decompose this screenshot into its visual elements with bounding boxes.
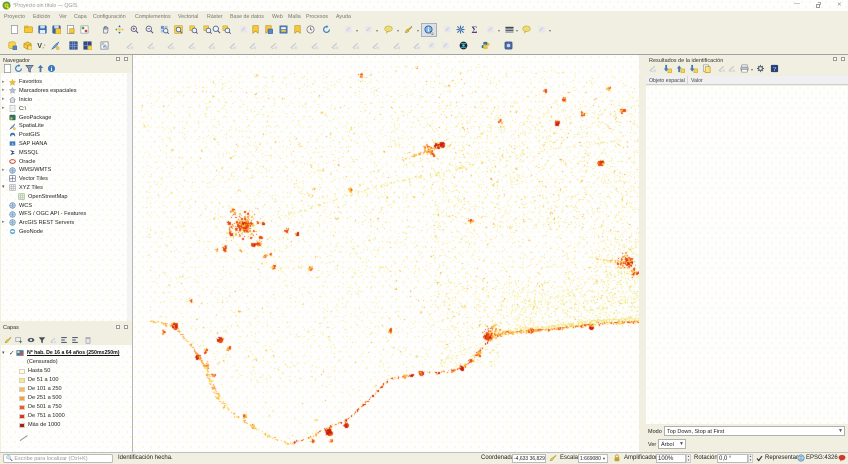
- svg-text:i: i: [51, 66, 53, 73]
- svg-text:V: V: [37, 41, 42, 50]
- svg-text:?: ?: [773, 66, 776, 73]
- svg-text:✓: ✓: [102, 44, 107, 50]
- svg-text:Σ: Σ: [472, 25, 478, 34]
- svg-text:S: S: [12, 142, 14, 146]
